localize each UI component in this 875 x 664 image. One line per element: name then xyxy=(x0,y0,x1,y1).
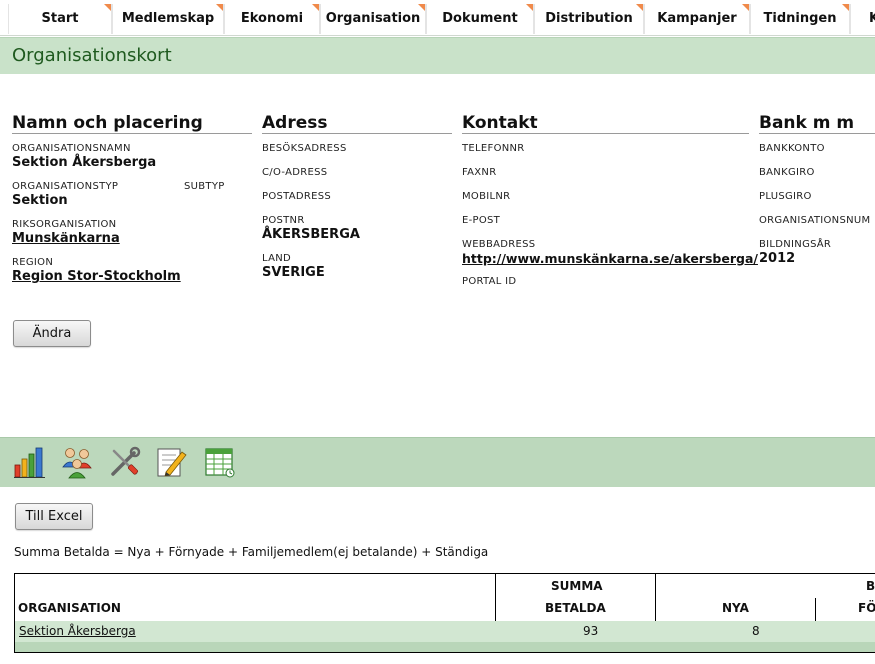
page-header: Organisationskort xyxy=(0,37,875,74)
nav-tab-organisation[interactable]: Organisation xyxy=(320,4,426,34)
field-region: REGION Region Stor-Stockholm xyxy=(12,257,181,284)
label-telefonnr: TELEFONNR xyxy=(462,143,525,154)
section-bank: Bank m m BANKKONTO BANKGIRO PLUSGIRO ORG… xyxy=(759,113,875,266)
summa-formula-text: Summa Betalda = Nya + Förnyade + Familje… xyxy=(14,545,489,559)
field-co-adress: C/O-ADRESS xyxy=(262,167,327,178)
label-portal-id: PORTAL ID xyxy=(462,276,517,287)
edit-pencil-icon[interactable] xyxy=(154,445,188,479)
field-telefonnr: TELEFONNR xyxy=(462,143,525,154)
label-bankgiro: BANKGIRO xyxy=(759,167,815,178)
label-faxnr: FAXNR xyxy=(462,167,497,178)
label-organisationsnamn: ORGANISATIONSNAMN xyxy=(12,143,131,154)
section-heading-adress: Adress xyxy=(262,113,452,134)
label-co-adress: C/O-ADRESS xyxy=(262,167,328,178)
field-bankgiro: BANKGIRO xyxy=(759,167,815,178)
link-riksorganisation[interactable]: Munskänkarna xyxy=(12,231,120,246)
link-region[interactable]: Region Stor-Stockholm xyxy=(12,269,181,284)
value-organisationsnamn: Sektion Åkersberga xyxy=(12,155,157,170)
nav-tab-ekonomi[interactable]: Ekonomi xyxy=(224,4,320,34)
label-bildningsar: BILDNINGSÅR xyxy=(759,239,832,250)
label-besoksadress: BESÖKSADRESS xyxy=(262,143,347,154)
export-excel-button[interactable]: Till Excel xyxy=(15,503,93,530)
section-heading-kontakt: Kontakt xyxy=(462,113,749,134)
table-row-footer xyxy=(15,642,875,652)
field-riksorganisation: RIKSORGANISATION Munskänkarna xyxy=(12,219,120,246)
field-besoksadress: BESÖKSADRESS xyxy=(262,143,347,154)
column-header-organisation: ORGANISATION xyxy=(18,601,121,615)
table-cell-summa-betalda: 93 xyxy=(583,624,599,638)
field-organisationstyp: ORGANISATIONSTYP Sektion xyxy=(12,181,118,208)
nav-tab-medlemskap[interactable]: Medlemskap xyxy=(112,4,224,34)
statistics-toolbar xyxy=(0,437,875,487)
column-header-betalda: BETALDA xyxy=(545,601,606,615)
field-webbadress: WEBBADRESS http://www.munskänkarna.se/ak… xyxy=(462,239,758,266)
nav-tab-start[interactable]: Start xyxy=(8,4,112,34)
label-postadress: POSTADRESS xyxy=(262,191,332,202)
page-title: Organisationskort xyxy=(12,45,172,66)
nav-tab-distribution[interactable]: Distribution xyxy=(534,4,644,34)
table-row: Sektion Åkersberga 93 8 xyxy=(15,621,875,642)
tools-icon[interactable] xyxy=(108,445,142,479)
link-webbadress[interactable]: http://www.munskänkarna.se/akersberga/ xyxy=(462,251,758,266)
table-cell-nya: 8 xyxy=(752,624,760,638)
edit-button[interactable]: Ändra xyxy=(13,320,91,347)
label-mobilnr: MOBILNR xyxy=(462,191,511,202)
section-namn-och-placering: Namn och placering ORGANISATIONSNAMN Sek… xyxy=(12,113,252,284)
bar-chart-icon[interactable] xyxy=(13,445,47,479)
field-portal-id: PORTAL ID xyxy=(462,276,516,287)
field-faxnr: FAXNR xyxy=(462,167,496,178)
label-postnr: POSTNR xyxy=(262,215,305,226)
users-icon[interactable] xyxy=(60,445,94,479)
field-postnr: POSTNR ÅKERSBERGA xyxy=(262,215,360,242)
value-postnr: ÅKERSBERGA xyxy=(262,227,360,242)
label-bankkonto: BANKKONTO xyxy=(759,143,825,154)
field-organisationsnamn: ORGANISATIONSNAMN Sektion Åkersberga xyxy=(12,143,156,170)
section-heading-bank: Bank m m xyxy=(759,113,875,134)
field-subtyp: SUBTYP xyxy=(184,181,225,192)
label-organisationsnummer: ORGANISATIONSNUM xyxy=(759,215,871,226)
value-organisationstyp: Sektion xyxy=(12,193,68,208)
top-navigation: Start Medlemskap Ekonomi Organisation Do… xyxy=(0,0,875,36)
field-epost: E-POST xyxy=(462,215,500,226)
statistics-table: SUMMA B ORGANISATION BETALDA NYA FÖ Sekt… xyxy=(14,573,875,653)
nav-tab-tidningen[interactable]: Tidningen xyxy=(750,4,850,34)
field-organisationsnummer: ORGANISATIONSNUM xyxy=(759,215,870,226)
nav-tab-k[interactable]: K xyxy=(850,4,875,34)
field-mobilnr: MOBILNR xyxy=(462,191,510,202)
column-header-nya: NYA xyxy=(722,601,749,615)
field-bildningsar: BILDNINGSÅR 2012 xyxy=(759,239,831,266)
label-organisationstyp: ORGANISATIONSTYP xyxy=(12,181,119,192)
label-riksorganisation: RIKSORGANISATION xyxy=(12,219,117,230)
section-heading-namn: Namn och placering xyxy=(12,113,252,134)
column-header-fornyade: FÖ xyxy=(858,601,875,615)
label-epost: E-POST xyxy=(462,215,501,226)
spreadsheet-icon[interactable] xyxy=(203,445,237,479)
label-region: REGION xyxy=(12,257,54,268)
label-plusgiro: PLUSGIRO xyxy=(759,191,812,202)
nav-tab-dokument[interactable]: Dokument xyxy=(426,4,534,34)
field-plusgiro: PLUSGIRO xyxy=(759,191,812,202)
label-land: LAND xyxy=(262,253,292,264)
field-postadress: POSTADRESS xyxy=(262,191,331,202)
label-subtyp: SUBTYP xyxy=(184,181,225,192)
column-header-summa: SUMMA xyxy=(551,579,603,593)
value-bildningsar: 2012 xyxy=(759,251,796,266)
field-bankkonto: BANKKONTO xyxy=(759,143,825,154)
table-cell-organisation-link[interactable]: Sektion Åkersberga xyxy=(19,624,136,638)
section-adress: Adress BESÖKSADRESS C/O-ADRESS POSTADRES… xyxy=(262,113,452,280)
value-land: SVERIGE xyxy=(262,265,325,280)
column-header-b: B xyxy=(866,579,875,593)
label-webbadress: WEBBADRESS xyxy=(462,239,536,250)
section-kontakt: Kontakt TELEFONNR FAXNR MOBILNR E-POST W… xyxy=(462,113,758,287)
nav-tab-kampanjer[interactable]: Kampanjer xyxy=(644,4,750,34)
field-land: LAND SVERIGE xyxy=(262,253,325,280)
